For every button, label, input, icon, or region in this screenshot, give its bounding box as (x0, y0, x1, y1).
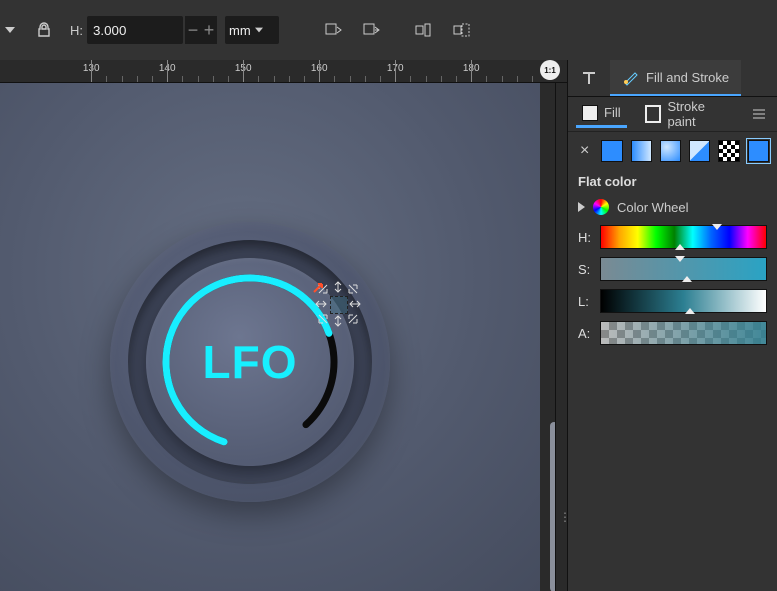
sat-marker-bot[interactable] (682, 276, 692, 282)
scale-handle-n[interactable] (331, 280, 345, 294)
hue-marker-bot[interactable] (675, 244, 685, 250)
flat-color-heading: Flat color (568, 170, 777, 193)
scale-handle-ne[interactable] (346, 282, 360, 296)
lig-label: L: (578, 294, 592, 309)
alpha-slider[interactable]: A: (568, 317, 777, 349)
tab-fill-stroke-label: Fill and Stroke (646, 70, 729, 85)
paint-radial-button[interactable] (660, 140, 681, 162)
canvas[interactable]: LFO (0, 82, 540, 591)
fill-stroke-panel: Fill and Stroke Fill Stroke paint × Flat… (567, 60, 777, 591)
color-wheel-label: Color Wheel (617, 200, 689, 215)
height-label: H: (70, 23, 83, 38)
paint-none-button[interactable]: × (576, 142, 593, 160)
canvas-viewport[interactable]: LFO (0, 82, 567, 591)
decrement-button[interactable]: − (185, 16, 201, 44)
stroke-style-icon (751, 106, 767, 122)
paint-flat-button[interactable] (601, 140, 622, 162)
hue-slider[interactable]: H: (568, 221, 777, 253)
fill-swatch-icon (582, 105, 598, 121)
lock-aspect-button[interactable] (28, 14, 60, 46)
ruler-horizontal: 130140150160170180 (0, 60, 567, 83)
scale-handle-e[interactable] (348, 297, 362, 311)
scale-handle-se[interactable] (346, 312, 360, 326)
paint-linear-button[interactable] (631, 140, 652, 162)
tab-text-tool[interactable] (568, 60, 610, 96)
stroke-swatch-icon (645, 105, 662, 123)
unit-dropdown[interactable]: mm (225, 16, 279, 44)
scale-handle-w[interactable] (314, 297, 328, 311)
panel-tabs: Fill and Stroke (568, 60, 777, 97)
sat-marker-top[interactable] (675, 256, 685, 262)
transform-mode-b-button[interactable] (355, 14, 387, 46)
subtab-stroke-paint-label: Stroke paint (667, 99, 731, 129)
zoom-badge[interactable]: 1:1 (540, 60, 560, 80)
scale-handle-s[interactable] (331, 314, 345, 328)
fill-stroke-subtabs: Fill Stroke paint (568, 97, 777, 132)
increment-button[interactable]: + (201, 16, 217, 44)
hue-label: H: (578, 230, 592, 245)
height-input[interactable] (87, 16, 183, 44)
subtab-stroke-paint[interactable]: Stroke paint (639, 95, 737, 133)
transform-mode-a-button[interactable] (317, 14, 349, 46)
selection-handles[interactable] (316, 282, 360, 326)
lig-marker-bot[interactable] (685, 308, 695, 314)
knob-text: LFO (110, 222, 390, 502)
tab-fill-stroke[interactable]: Fill and Stroke (610, 60, 741, 96)
color-wheel-icon (593, 199, 609, 215)
saturation-slider[interactable]: S: (568, 253, 777, 285)
subtab-fill[interactable]: Fill (576, 101, 627, 128)
paintbrush-icon (622, 68, 640, 86)
lightness-slider[interactable]: L: (568, 285, 777, 317)
subtab-fill-label: Fill (604, 105, 621, 120)
paint-pattern-button[interactable] (718, 140, 739, 162)
dropdown-icon[interactable] (0, 14, 26, 46)
expand-icon[interactable] (578, 202, 585, 212)
alpha-track[interactable] (600, 321, 767, 345)
cursor-indicator-icon (312, 280, 326, 294)
lig-track[interactable] (600, 289, 767, 313)
scale-mode-b-button[interactable] (445, 14, 477, 46)
hue-marker-top[interactable] (712, 224, 722, 230)
scale-handle-sw[interactable] (316, 312, 330, 326)
text-icon (580, 69, 598, 87)
alpha-label: A: (578, 326, 592, 341)
lfo-knob: LFO (110, 222, 390, 502)
scale-mode-a-button[interactable] (407, 14, 439, 46)
hue-track[interactable] (600, 225, 767, 249)
top-toolbar: H: − + mm (0, 0, 777, 60)
height-spinner[interactable]: − + (185, 16, 217, 44)
paint-swatch-button[interactable] (748, 140, 769, 162)
sat-label: S: (578, 262, 592, 277)
sat-track[interactable] (600, 257, 767, 281)
subtab-stroke-style[interactable] (749, 102, 769, 126)
color-wheel-row[interactable]: Color Wheel (568, 193, 777, 221)
paint-mesh-button[interactable] (689, 140, 710, 162)
paint-type-row: × (568, 132, 777, 170)
unit-label: mm (229, 23, 251, 38)
